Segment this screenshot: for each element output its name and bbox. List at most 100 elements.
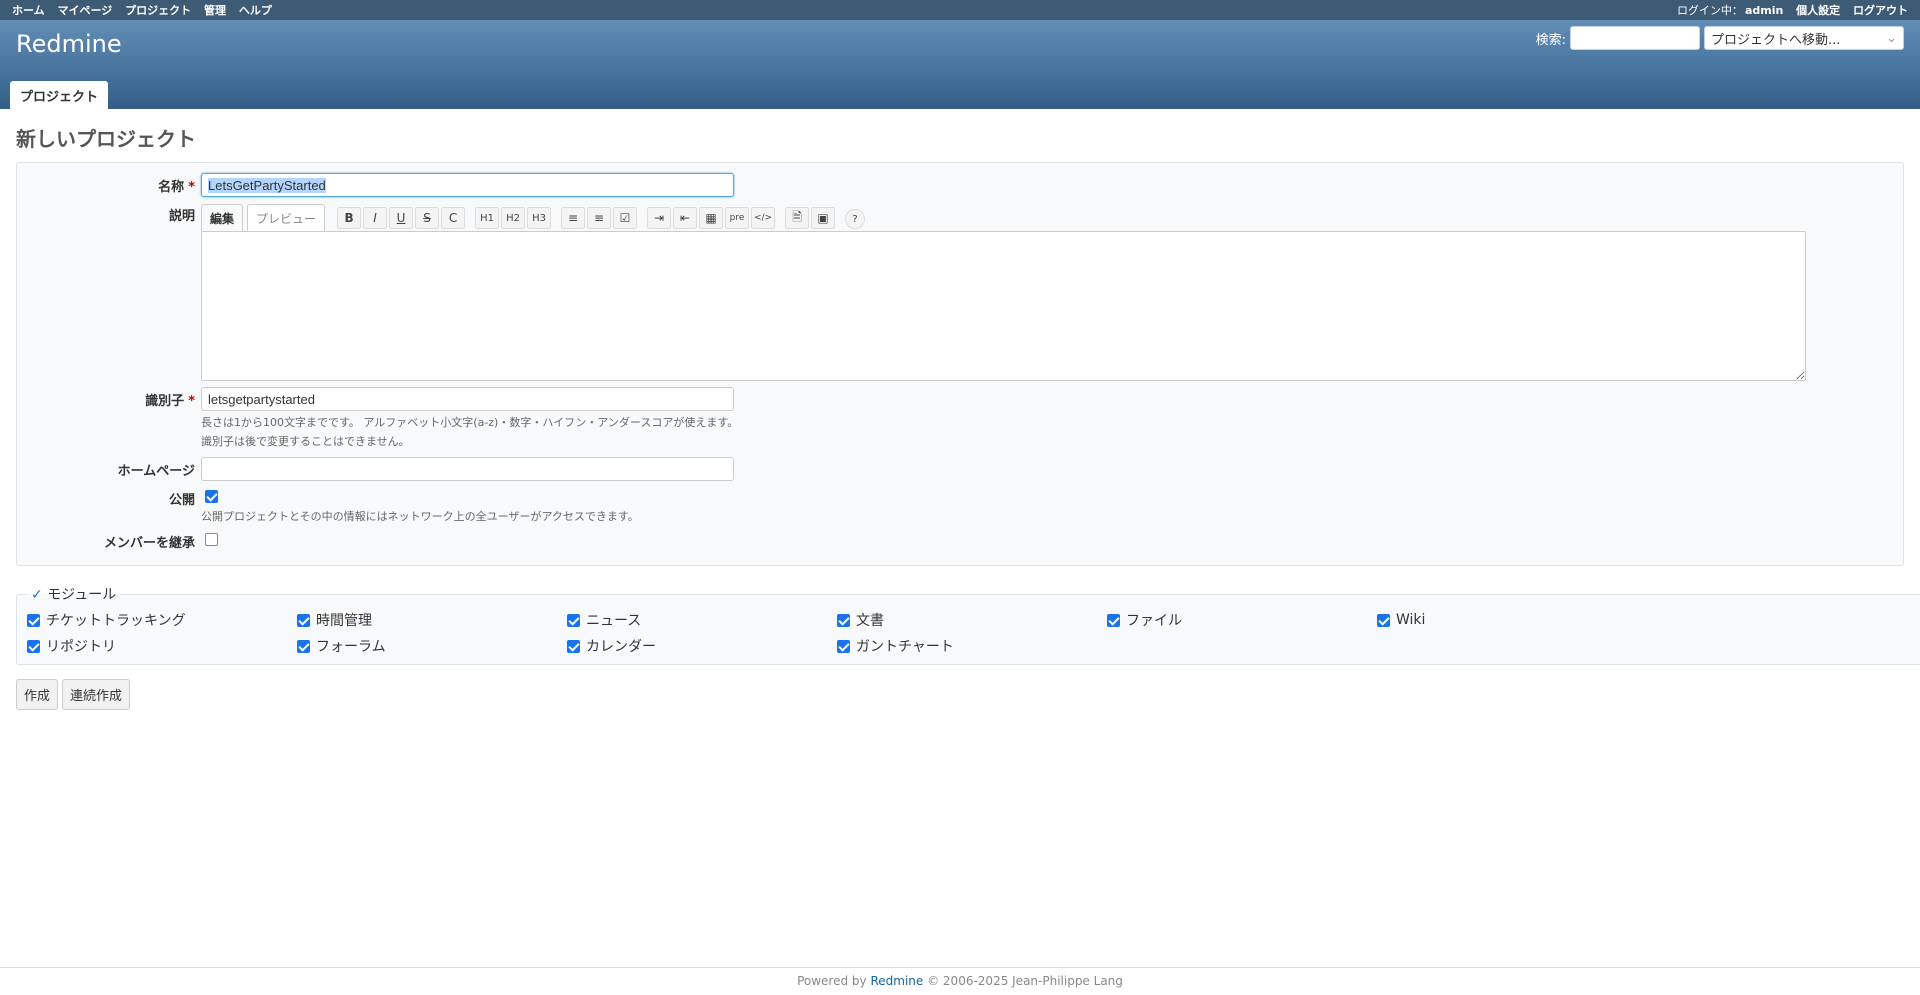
heading1-button[interactable]: H1 bbox=[475, 207, 500, 229]
name-input-value: LetsGetPartyStarted bbox=[208, 177, 326, 193]
module-repository[interactable]: リポジトリ bbox=[27, 636, 297, 656]
name-label: 名称 * bbox=[158, 180, 195, 195]
identifier-row: 識別子 * letsgetpartystarted 長さは1から100文字までです… bbox=[17, 387, 1903, 451]
module-checkbox[interactable] bbox=[297, 639, 310, 653]
homepage-input[interactable] bbox=[201, 457, 734, 481]
module-checkbox[interactable] bbox=[1377, 613, 1390, 627]
name-input[interactable]: LetsGetPartyStarted bbox=[201, 173, 734, 197]
module-checkbox[interactable] bbox=[27, 613, 40, 627]
code-block-icon[interactable]: </> bbox=[751, 207, 776, 229]
admin-link[interactable]: 管理 bbox=[204, 4, 226, 17]
name-row: 名称 * LetsGetPartyStarted bbox=[17, 173, 1903, 197]
main-menu: プロジェクト bbox=[10, 81, 109, 109]
module-checkbox[interactable] bbox=[1107, 613, 1120, 627]
task-list-icon[interactable]: ☑ bbox=[613, 207, 638, 229]
inline-code-button[interactable]: C bbox=[441, 207, 466, 229]
copyright-text: © 2006-2025 Jean-Philippe Lang bbox=[927, 974, 1123, 988]
project-jump-placeholder: プロジェクトへ移動... bbox=[1711, 32, 1841, 48]
page-title: 新しいプロジェクト bbox=[16, 127, 196, 151]
home-link[interactable]: ホーム bbox=[12, 4, 45, 17]
indent-icon[interactable]: ⇥ bbox=[647, 207, 672, 229]
description-label: 説明 bbox=[168, 209, 195, 224]
chevron-down-icon: ⌄ bbox=[1886, 30, 1897, 46]
module-documents[interactable]: 文書 bbox=[837, 610, 1107, 630]
bold-button[interactable]: B bbox=[337, 207, 362, 229]
pre-button[interactable]: pre bbox=[725, 207, 750, 229]
project-form-box: 名称 * LetsGetPartyStarted 説明 編集 プレビュー B I … bbox=[16, 162, 1904, 566]
editor-toolbar: 編集 プレビュー B I U S C H1 H2 H3 ≡ ≡ ☑ ⇥ ⇤ ▦ … bbox=[201, 203, 1903, 231]
help-link[interactable]: ヘルプ bbox=[239, 4, 272, 17]
required-mark: * bbox=[188, 394, 195, 409]
modules-grid: チケットトラッキング 時間管理 ニュース 文書 ファイル Wiki リポジトリ … bbox=[27, 610, 1917, 656]
module-wiki[interactable]: Wiki bbox=[1377, 610, 1647, 630]
description-textarea[interactable] bbox=[201, 231, 1806, 381]
user-link[interactable]: admin bbox=[1745, 4, 1783, 17]
module-checkbox[interactable] bbox=[297, 613, 310, 627]
module-files[interactable]: ファイル bbox=[1107, 610, 1377, 630]
strikethrough-button[interactable]: S bbox=[415, 207, 440, 229]
account-menu: ログイン中： admin 個人設定 ログアウト bbox=[1677, 2, 1908, 18]
public-row: 公開 公開プロジェクトとその中の情報にはネットワーク上の全ユーザーがアクセスでき… bbox=[17, 489, 1903, 526]
tab-projects[interactable]: プロジェクト bbox=[10, 81, 109, 109]
module-checkbox[interactable] bbox=[837, 613, 850, 627]
footer: Powered by Redmine © 2006-2025 Jean-Phil… bbox=[0, 967, 1920, 988]
form-buttons: 作成 連続作成 bbox=[16, 679, 1904, 710]
identifier-input-value: letsgetpartystarted bbox=[208, 391, 315, 407]
module-gantt[interactable]: ガントチャート bbox=[837, 636, 1107, 656]
outdent-icon[interactable]: ⇤ bbox=[673, 207, 698, 229]
redmine-link[interactable]: Redmine bbox=[870, 974, 923, 988]
content: 新しいプロジェクト 名称 * LetsGetPartyStarted 説明 編集 … bbox=[0, 109, 1920, 718]
create-and-continue-button[interactable]: 連続作成 bbox=[62, 679, 131, 710]
homepage-row: ホームページ bbox=[17, 457, 1903, 481]
heading2-button[interactable]: H2 bbox=[501, 207, 526, 229]
inherit-members-checkbox[interactable] bbox=[205, 533, 218, 546]
inherit-members-row: メンバーを継承 bbox=[17, 532, 1903, 551]
module-calendar[interactable]: カレンダー bbox=[567, 636, 837, 656]
identifier-input[interactable]: letsgetpartystarted bbox=[201, 387, 734, 411]
module-boards[interactable]: フォーラム bbox=[297, 636, 567, 656]
description-row: 説明 編集 プレビュー B I U S C H1 H2 H3 ≡ ≡ ☑ ⇥ ⇤… bbox=[17, 203, 1903, 381]
module-news[interactable]: ニュース bbox=[567, 610, 837, 630]
underline-button[interactable]: U bbox=[389, 207, 414, 229]
module-checkbox[interactable] bbox=[27, 639, 40, 653]
checkmark-icon: ✓ bbox=[31, 587, 43, 603]
public-hint: 公開プロジェクトとその中の情報にはネットワーク上の全ユーザーがアクセスできます。 bbox=[201, 510, 639, 523]
projects-link[interactable]: プロジェクト bbox=[125, 4, 191, 17]
search-label: 検索: bbox=[1535, 32, 1566, 48]
unordered-list-icon[interactable]: ≡ bbox=[561, 207, 586, 229]
modules-fieldset: ✓ モジュール チケットトラッキング 時間管理 ニュース 文書 ファイル Wik… bbox=[16, 584, 1920, 665]
homepage-label: ホームページ bbox=[117, 464, 195, 479]
modules-legend[interactable]: ✓ モジュール bbox=[27, 584, 120, 604]
public-label: 公開 bbox=[168, 493, 195, 508]
identifier-label: 識別子 * bbox=[145, 394, 195, 409]
app-title: Redmine bbox=[16, 30, 122, 58]
module-issue-tracking[interactable]: チケットトラッキング bbox=[27, 610, 297, 630]
quick-search: 検索: プロジェクトへ移動... ⌄ bbox=[1536, 26, 1904, 50]
image-icon[interactable]: ▣ bbox=[811, 207, 836, 229]
my-account-link[interactable]: 個人設定 bbox=[1796, 4, 1840, 17]
italic-button[interactable]: I bbox=[363, 207, 388, 229]
link-icon[interactable]: 🗎 bbox=[785, 207, 810, 229]
logout-link[interactable]: ログアウト bbox=[1853, 4, 1908, 17]
heading3-button[interactable]: H3 bbox=[527, 207, 552, 229]
search-input[interactable] bbox=[1570, 26, 1700, 50]
my-page-link[interactable]: マイページ bbox=[58, 4, 113, 17]
top-menu-left: ホーム マイページ プロジェクト 管理 ヘルプ bbox=[12, 2, 281, 18]
module-checkbox[interactable] bbox=[567, 613, 580, 627]
create-button[interactable]: 作成 bbox=[16, 679, 59, 710]
public-checkbox[interactable] bbox=[205, 490, 218, 503]
logged-in-as-label: ログイン中： bbox=[1676, 4, 1743, 17]
required-mark: * bbox=[188, 180, 195, 195]
module-time-tracking[interactable]: 時間管理 bbox=[297, 610, 567, 630]
tab-preview[interactable]: プレビュー bbox=[247, 204, 326, 231]
module-checkbox[interactable] bbox=[837, 639, 850, 653]
powered-by-label: Powered by bbox=[797, 974, 867, 988]
identifier-hint: 長さは1から100文字までです。 アルファベット小文字(a-z)・数字・ハイフン… bbox=[201, 413, 1903, 451]
table-icon[interactable]: ▦ bbox=[699, 207, 724, 229]
identifier-hint-length: 長さは1から100文字までです。 アルファベット小文字(a-z)・数字・ハイフン… bbox=[201, 416, 739, 429]
project-jump-select[interactable]: プロジェクトへ移動... ⌄ bbox=[1704, 26, 1904, 50]
module-checkbox[interactable] bbox=[567, 639, 580, 653]
ordered-list-icon[interactable]: ≡ bbox=[587, 207, 612, 229]
tab-edit[interactable]: 編集 bbox=[201, 204, 244, 231]
help-icon[interactable]: ? bbox=[845, 209, 866, 229]
